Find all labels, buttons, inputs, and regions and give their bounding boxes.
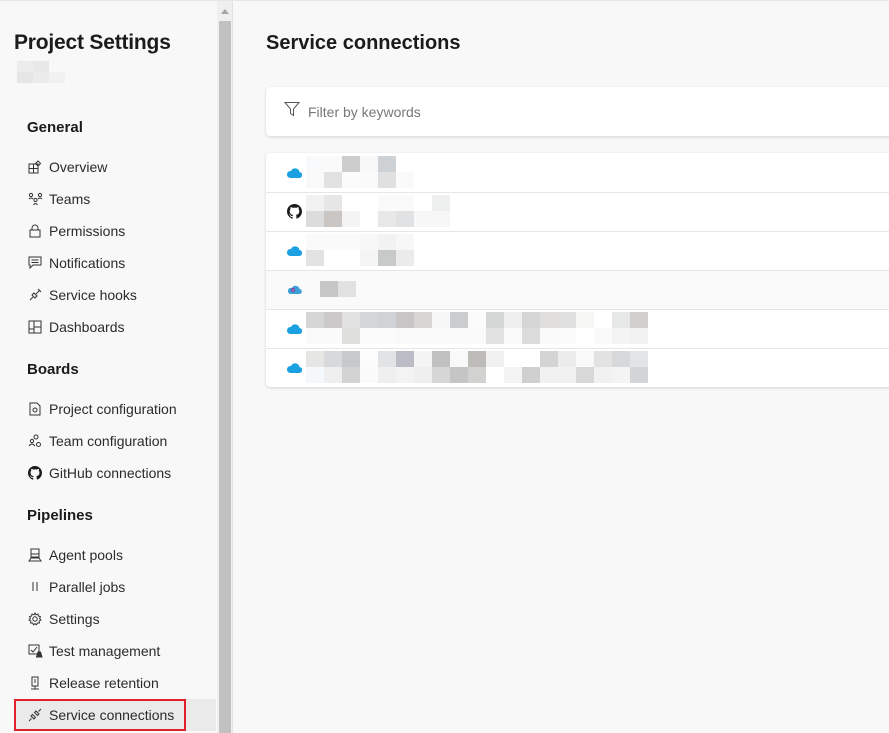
sidebar-item-label: Test management bbox=[49, 643, 161, 659]
lock-icon bbox=[27, 223, 43, 239]
organization-name-redacted bbox=[17, 61, 65, 83]
azure-classic-icon bbox=[285, 281, 303, 299]
sidebar-item-label: Parallel jobs bbox=[49, 579, 126, 595]
sidebar-title: Project Settings bbox=[14, 31, 171, 54]
section-pipelines: Pipelines bbox=[27, 507, 93, 524]
sidebar-item-github-connections[interactable]: GitHub connections bbox=[14, 457, 216, 489]
github-icon bbox=[27, 465, 43, 481]
sidebar-item-team-configuration[interactable]: Team configuration bbox=[14, 425, 216, 457]
sidebar-item-label: Dashboards bbox=[49, 319, 125, 335]
service-connection-row[interactable] bbox=[266, 192, 889, 231]
sidebar-item-teams[interactable]: Teams bbox=[14, 183, 216, 215]
sidebar: Project Settings General Overview Teams … bbox=[0, 1, 217, 733]
azure-cloud-icon bbox=[285, 320, 303, 338]
scroll-up-arrow-icon[interactable] bbox=[217, 1, 233, 21]
service-connection-row[interactable] bbox=[266, 231, 889, 270]
section-general: General bbox=[27, 119, 83, 136]
sidebar-item-label: Team configuration bbox=[49, 433, 168, 449]
sidebar-item-label: Project configuration bbox=[49, 401, 177, 417]
connection-name-redacted bbox=[306, 312, 648, 345]
sidebar-item-project-configuration[interactable]: Project configuration bbox=[14, 393, 216, 425]
sidebar-item-label: Service hooks bbox=[49, 287, 137, 303]
plug-icon bbox=[27, 287, 43, 303]
plug-icon bbox=[27, 707, 43, 723]
sidebar-item-settings[interactable]: Settings bbox=[14, 603, 216, 635]
connection-name-redacted bbox=[306, 351, 648, 384]
sidebar-item-dashboards[interactable]: Dashboards bbox=[14, 311, 216, 343]
retention-icon bbox=[27, 675, 43, 691]
section-boards: Boards bbox=[27, 361, 79, 378]
overview-icon bbox=[27, 159, 43, 175]
service-connection-row[interactable] bbox=[266, 309, 889, 348]
test-icon bbox=[27, 643, 43, 659]
gear-icon bbox=[27, 611, 43, 627]
sidebar-item-label: Teams bbox=[49, 191, 91, 207]
project-config-icon bbox=[27, 401, 43, 417]
filter-input[interactable] bbox=[308, 103, 808, 120]
azure-cloud-icon bbox=[285, 164, 303, 182]
parallel-icon bbox=[27, 579, 43, 595]
azure-cloud-icon bbox=[285, 359, 303, 377]
service-connection-row[interactable] bbox=[266, 153, 889, 192]
dashboard-icon bbox=[27, 319, 43, 335]
scroll-thumb[interactable] bbox=[219, 21, 231, 733]
sidebar-item-test-management[interactable]: Test management bbox=[14, 635, 216, 667]
notification-icon bbox=[27, 255, 43, 271]
page-title: Service connections bbox=[266, 32, 461, 54]
sidebar-item-label: Settings bbox=[49, 611, 100, 627]
filter-bar[interactable] bbox=[266, 87, 889, 136]
sidebar-item-permissions[interactable]: Permissions bbox=[14, 215, 216, 247]
sidebar-item-label: Overview bbox=[49, 159, 108, 175]
connection-name-redacted bbox=[320, 281, 356, 299]
sidebar-item-label: Agent pools bbox=[49, 547, 123, 563]
filter-icon bbox=[283, 101, 301, 122]
sidebar-item-parallel-jobs[interactable]: Parallel jobs bbox=[14, 571, 216, 603]
sidebar-item-release-retention[interactable]: Release retention bbox=[14, 667, 216, 699]
github-icon bbox=[285, 203, 303, 221]
sidebar-item-label: Release retention bbox=[49, 675, 159, 691]
sidebar-item-overview[interactable]: Overview bbox=[14, 151, 216, 183]
main-content: Service connections bbox=[234, 1, 889, 733]
sidebar-item-label: GitHub connections bbox=[49, 465, 172, 481]
connection-name-redacted bbox=[306, 234, 414, 267]
sidebar-item-label: Permissions bbox=[49, 223, 126, 239]
sidebar-item-agent-pools[interactable]: Agent pools bbox=[14, 539, 216, 571]
connection-name-redacted bbox=[306, 156, 414, 189]
service-connection-list bbox=[266, 153, 889, 387]
sidebar-item-service-hooks[interactable]: Service hooks bbox=[14, 279, 216, 311]
teams-icon bbox=[27, 191, 43, 207]
team-config-icon bbox=[27, 433, 43, 449]
sidebar-item-notifications[interactable]: Notifications bbox=[14, 247, 216, 279]
service-connection-row[interactable] bbox=[266, 348, 889, 387]
sidebar-scrollbar[interactable] bbox=[217, 1, 233, 733]
service-connection-row[interactable] bbox=[266, 270, 889, 309]
azure-cloud-icon bbox=[285, 242, 303, 260]
sidebar-item-service-connections[interactable]: Service connections bbox=[14, 699, 186, 731]
sidebar-item-label: Notifications bbox=[49, 255, 126, 271]
agent-pool-icon bbox=[27, 547, 43, 563]
sidebar-item-label: Service connections bbox=[49, 707, 175, 723]
connection-name-redacted bbox=[306, 195, 450, 228]
